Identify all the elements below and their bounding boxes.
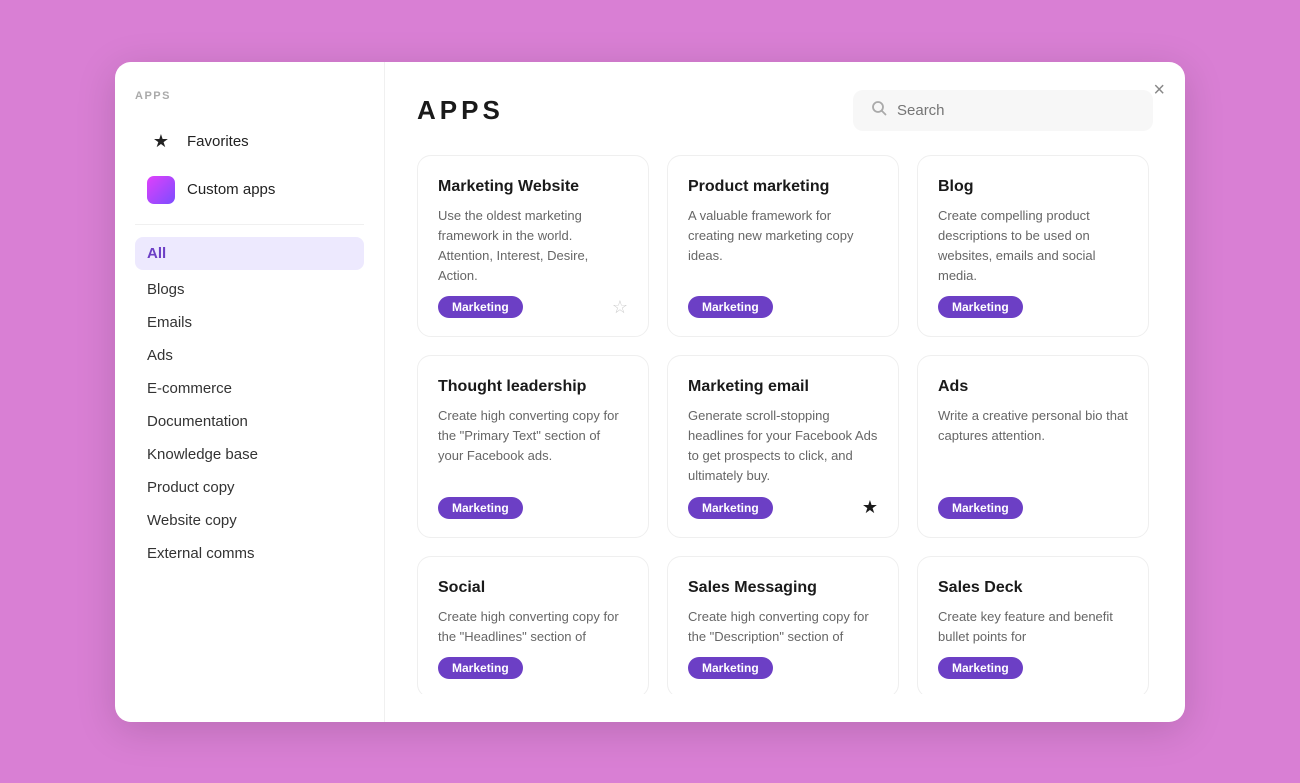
card-footer: Marketing ☆	[438, 296, 628, 318]
sidebar-category-label: External comms	[147, 545, 255, 562]
card-title: Ads	[938, 378, 1128, 396]
card-social[interactable]: Social Create high converting copy for t…	[417, 556, 649, 694]
card-tag: Marketing	[938, 296, 1023, 318]
sidebar-category-ecommerce[interactable]: E-commerce	[135, 373, 364, 404]
card-footer: Marketing	[438, 497, 628, 519]
sidebar-category-all[interactable]: All	[135, 237, 364, 270]
card-tag: Marketing	[438, 296, 523, 318]
star-icon: ★	[147, 128, 175, 156]
sidebar-item-label: Custom apps	[187, 181, 275, 198]
sidebar-category-label: Knowledge base	[147, 446, 258, 463]
card-desc: Use the oldest marketing framework in th…	[438, 206, 628, 287]
sidebar-category-website-copy[interactable]: Website copy	[135, 505, 364, 536]
sidebar-category-emails[interactable]: Emails	[135, 307, 364, 338]
card-tag: Marketing	[688, 497, 773, 519]
sidebar-item-custom-apps[interactable]: Custom apps	[135, 168, 364, 212]
card-desc: Create compelling product descriptions t…	[938, 206, 1128, 287]
custom-apps-icon	[147, 176, 175, 204]
card-tag: Marketing	[688, 657, 773, 679]
main-header: APPS	[417, 90, 1153, 131]
card-ads[interactable]: Ads Write a creative personal bio that c…	[917, 355, 1149, 538]
main-content: APPS Marketing Website Use the oldest ma…	[385, 62, 1185, 722]
sidebar-item-favorites[interactable]: ★ Favorites	[135, 120, 364, 164]
cards-grid: Marketing Website Use the oldest marketi…	[417, 155, 1153, 694]
card-title: Sales Deck	[938, 579, 1128, 597]
card-desc: Write a creative personal bio that captu…	[938, 406, 1128, 487]
sidebar-category-label: Product copy	[147, 479, 235, 496]
sidebar-category-product-copy[interactable]: Product copy	[135, 472, 364, 503]
card-desc: Create high converting copy for the "Des…	[688, 607, 878, 647]
page-title: APPS	[417, 95, 504, 126]
sidebar-category-label: All	[147, 245, 166, 262]
card-thought-leadership[interactable]: Thought leadership Create high convertin…	[417, 355, 649, 538]
card-footer: Marketing	[938, 296, 1128, 318]
card-footer: Marketing	[938, 497, 1128, 519]
sidebar-category-knowledge-base[interactable]: Knowledge base	[135, 439, 364, 470]
sidebar-category-label: Documentation	[147, 413, 248, 430]
card-title: Social	[438, 579, 628, 597]
card-sales-messaging[interactable]: Sales Messaging Create high converting c…	[667, 556, 899, 694]
card-footer: Marketing	[938, 657, 1128, 679]
card-title: Marketing Website	[438, 178, 628, 196]
card-tag: Marketing	[438, 497, 523, 519]
card-tag: Marketing	[938, 497, 1023, 519]
sidebar-category-external-comms[interactable]: External comms	[135, 538, 364, 569]
card-desc: Generate scroll-stopping headlines for y…	[688, 406, 878, 487]
card-marketing-website[interactable]: Marketing Website Use the oldest marketi…	[417, 155, 649, 338]
sidebar-category-blogs[interactable]: Blogs	[135, 274, 364, 305]
search-box[interactable]	[853, 90, 1153, 131]
card-tag: Marketing	[688, 296, 773, 318]
close-button[interactable]: ×	[1153, 80, 1165, 100]
card-title: Thought leadership	[438, 378, 628, 396]
card-title: Marketing email	[688, 378, 878, 396]
card-sales-deck[interactable]: Sales Deck Create key feature and benefi…	[917, 556, 1149, 694]
card-footer: Marketing	[688, 657, 878, 679]
sidebar-item-label: Favorites	[187, 133, 249, 150]
sidebar-divider	[135, 224, 364, 225]
card-tag: Marketing	[438, 657, 523, 679]
card-desc: A valuable framework for creating new ma…	[688, 206, 878, 287]
sidebar-category-label: Blogs	[147, 281, 185, 298]
sidebar-category-label: Ads	[147, 347, 173, 364]
apps-modal: × APPS ★ Favorites Custom apps All Blogs…	[115, 62, 1185, 722]
card-desc: Create high converting copy for the "Pri…	[438, 406, 628, 487]
sidebar-category-label: E-commerce	[147, 380, 232, 397]
card-desc: Create high converting copy for the "Hea…	[438, 607, 628, 647]
sidebar-category-ads[interactable]: Ads	[135, 340, 364, 371]
card-product-marketing[interactable]: Product marketing A valuable framework f…	[667, 155, 899, 338]
search-input[interactable]	[897, 102, 1135, 119]
card-footer: Marketing	[438, 657, 628, 679]
favorite-star[interactable]: ☆	[612, 297, 628, 318]
card-title: Sales Messaging	[688, 579, 878, 597]
favorite-star[interactable]: ★	[862, 497, 878, 518]
card-desc: Create key feature and benefit bullet po…	[938, 607, 1128, 647]
card-footer: Marketing ★	[688, 497, 878, 519]
card-title: Product marketing	[688, 178, 878, 196]
search-icon	[871, 100, 887, 121]
sidebar-category-label: Website copy	[147, 512, 237, 529]
card-tag: Marketing	[938, 657, 1023, 679]
sidebar: APPS ★ Favorites Custom apps All Blogs E…	[115, 62, 385, 722]
card-title: Blog	[938, 178, 1128, 196]
card-marketing-email[interactable]: Marketing email Generate scroll-stopping…	[667, 355, 899, 538]
sidebar-category-documentation[interactable]: Documentation	[135, 406, 364, 437]
card-blog[interactable]: Blog Create compelling product descripti…	[917, 155, 1149, 338]
card-footer: Marketing	[688, 296, 878, 318]
sidebar-category-label: Emails	[147, 314, 192, 331]
sidebar-section-label: APPS	[135, 90, 364, 102]
